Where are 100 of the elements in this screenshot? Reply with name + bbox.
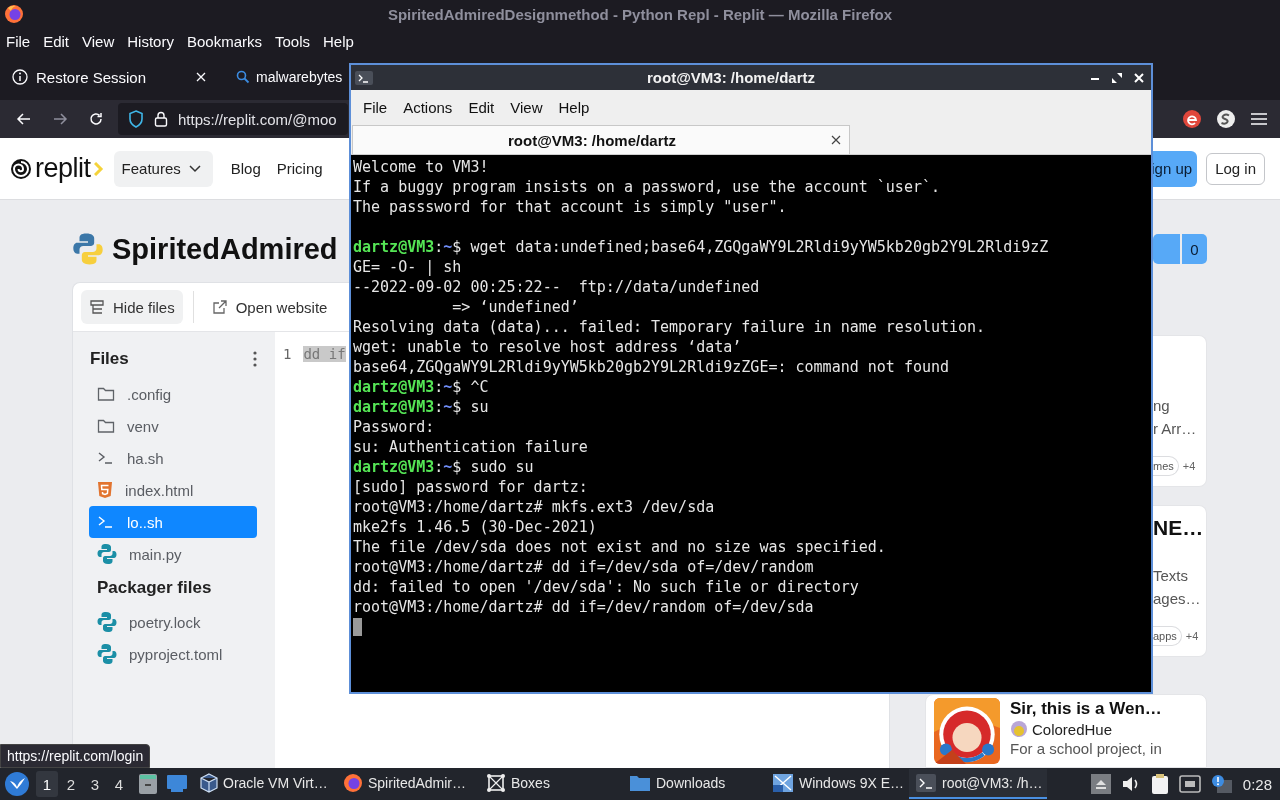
network-icon[interactable]: [1178, 774, 1201, 794]
more-tags-count: +4: [1185, 630, 1199, 642]
terminal-line: GE= -O- | sh: [353, 257, 463, 277]
workspace-button[interactable]: 2: [60, 771, 82, 797]
terminal-line: dartz@VM3:~$ wget data:undefined;base64,ZGQgaWY9L2Rldi9yYW5kb20gb2Y9L2Rldi9zZ: [353, 237, 1050, 257]
taskbar-item[interactable]: Downloads: [623, 769, 761, 799]
taskbar-item[interactable]: Boxes: [480, 769, 618, 799]
start-menu-icon[interactable]: [4, 771, 30, 797]
terminal-line: If a buggy program insists on a password, use the account `user`.: [353, 177, 941, 197]
clock[interactable]: 0:28: [1242, 775, 1272, 793]
extension-icon[interactable]: [1182, 109, 1202, 129]
log-in-button[interactable]: Log in: [1206, 152, 1265, 185]
menu-item[interactable]: Edit: [38, 32, 75, 50]
info-icon: [12, 69, 28, 85]
tree-item[interactable]: main.py: [89, 538, 257, 570]
card-title: NE…: [1153, 516, 1205, 540]
back-arrow-icon[interactable]: [16, 111, 32, 127]
lock-icon: [154, 111, 168, 127]
eject-icon[interactable]: [1090, 774, 1111, 794]
window-title: root@VM3: /home/dartz: [646, 69, 816, 86]
like-count[interactable]: 0: [1182, 234, 1207, 264]
terminal-line: The file /dev/sda does not exist and no size was specified.: [353, 537, 887, 557]
terminal-line: root@VM3:/home/dartz# dd if=/dev/random of=/dev/sda: [353, 597, 815, 617]
card-text: For a school project, in: [1010, 739, 1162, 759]
terminal-icon: [97, 450, 115, 466]
notification-icon[interactable]: [1210, 774, 1233, 794]
menu-item[interactable]: File: [355, 98, 396, 116]
taskbar-item[interactable]: Windows 9X E…: [766, 769, 904, 799]
terminal-line: root@VM3:/home/dartz# mkfs.ext3 /dev/sda: [353, 497, 716, 517]
menu-icon[interactable]: [1250, 111, 1268, 127]
tree-item[interactable]: pyproject.toml: [89, 638, 257, 670]
menu-item[interactable]: View: [77, 32, 120, 50]
terminal-tab[interactable]: root@VM3: /home/dartz: [352, 125, 850, 154]
card-title: Sir, this is a Wen…: [1010, 698, 1162, 720]
menu-item[interactable]: Tools: [270, 32, 315, 50]
terminal-icon: [355, 70, 373, 85]
tree-item[interactable]: index.html: [89, 474, 257, 506]
maximize-icon[interactable]: [1111, 71, 1123, 84]
boxes-icon: [486, 773, 506, 793]
browser-tab[interactable]: malwarebytes: [230, 59, 343, 95]
replit-logo[interactable]: replit: [10, 153, 104, 184]
menu-item[interactable]: History: [122, 32, 179, 50]
author-name[interactable]: ColoredHue: [1032, 720, 1113, 738]
taskbar-item[interactable]: Oracle VM Virt…: [194, 769, 332, 799]
tag-chip[interactable]: apps: [1153, 626, 1182, 646]
terminal-line: dartz@VM3:~$ ^C: [353, 377, 490, 397]
html-icon: [97, 481, 113, 499]
terminal-line: wget: unable to resolve host address ‘data’: [353, 337, 743, 357]
taskbar-item[interactable]: root@VM3: /h…: [909, 769, 1047, 799]
browser-tab[interactable]: Restore Session: [4, 59, 216, 95]
avatar-icon: [1010, 720, 1028, 738]
card-text: ng: [1153, 396, 1171, 416]
tree-item[interactable]: .config: [89, 378, 257, 410]
card-text: Texts: [1153, 566, 1189, 586]
menu-item[interactable]: Help: [550, 98, 598, 116]
files-heading: Files: [90, 349, 129, 369]
workspace-button[interactable]: 3: [84, 771, 106, 797]
close-icon[interactable]: [194, 72, 208, 82]
menu-item[interactable]: Help: [318, 32, 359, 50]
terminal-line: dartz@VM3:~$ sudo su: [353, 457, 535, 477]
terminal-line: dartz@VM3:~$ su: [353, 397, 490, 417]
tree-item[interactable]: poetry.lock: [89, 606, 257, 638]
tree-item[interactable]: venv: [89, 410, 257, 442]
close-icon[interactable]: [831, 135, 841, 145]
desktop-icon[interactable]: [166, 773, 188, 793]
file-cabinet-icon[interactable]: [138, 773, 158, 795]
tree-item[interactable]: lo..sh: [89, 506, 257, 538]
more-icon[interactable]: [253, 351, 257, 367]
reload-icon[interactable]: [88, 111, 104, 127]
repl-card[interactable]: NE… Texts ages… apps +4: [1153, 505, 1207, 657]
taskbar-item[interactable]: SpiritedAdmir…: [337, 769, 475, 799]
tree-item[interactable]: ha.sh: [89, 442, 257, 474]
folder-icon: [97, 386, 115, 402]
menu-item[interactable]: Edit: [460, 98, 503, 116]
python-logo-icon: [72, 232, 104, 266]
nav-link[interactable]: Pricing: [276, 160, 323, 177]
forward-arrow-icon[interactable]: [52, 111, 68, 127]
folder-icon: [629, 773, 651, 793]
workspace-button[interactable]: 1: [36, 771, 58, 797]
repl-card[interactable]: ng r Arr… mes +4: [1153, 335, 1207, 487]
menu-item[interactable]: File: [1, 32, 36, 50]
features-menu[interactable]: Features: [113, 150, 213, 187]
hide-files-button[interactable]: Hide files: [81, 290, 183, 324]
external-link-icon: [211, 299, 228, 315]
repl-card[interactable]: Sir, this is a Wen… ColoredHue For a school project, in: [925, 694, 1207, 768]
address-bar[interactable]: https://replit.com/@moo: [118, 103, 348, 135]
extension-icon[interactable]: [1216, 109, 1236, 129]
more-tags-count: +4: [1182, 460, 1196, 472]
terminal-icon: [915, 773, 937, 793]
python-icon: [97, 611, 117, 633]
menu-item[interactable]: View: [502, 98, 551, 116]
window-icon: [772, 773, 794, 793]
workspace-button[interactable]: 4: [108, 771, 130, 797]
nav-link[interactable]: Blog: [230, 160, 261, 177]
open-website-link[interactable]: Open website: [203, 290, 336, 324]
menu-item[interactable]: Bookmarks: [181, 32, 267, 50]
clipboard-icon[interactable]: [1150, 773, 1169, 795]
tag-chip[interactable]: mes: [1153, 456, 1179, 476]
firefox-icon: [343, 773, 363, 793]
menu-item[interactable]: Actions: [395, 98, 461, 116]
